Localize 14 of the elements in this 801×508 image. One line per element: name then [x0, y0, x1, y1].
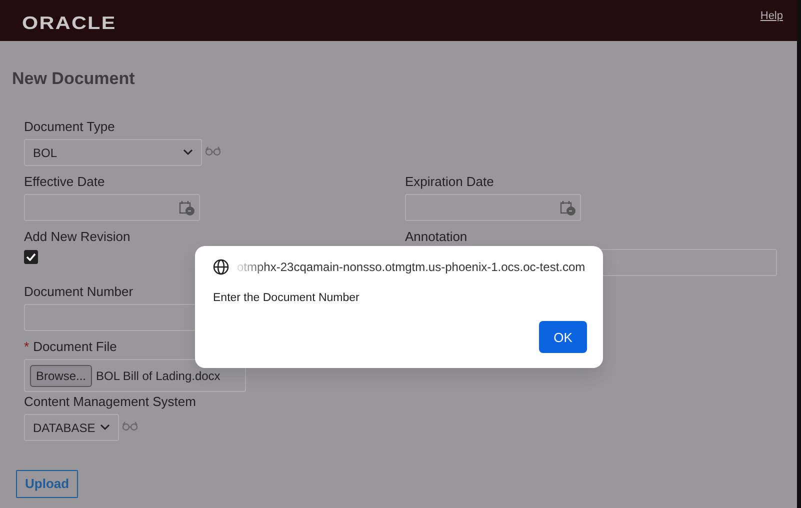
field-label: Annotation	[405, 229, 468, 244]
file-name: BOL Bill of Lading.docx	[96, 368, 220, 384]
oracle-logo: ORACLE	[22, 14, 116, 32]
field-label: Effective Date	[24, 174, 105, 189]
field-label: Document Number	[24, 284, 134, 299]
field-label: Add New Revision	[24, 229, 130, 244]
required-mark: *	[24, 339, 30, 354]
field-label: Document File	[33, 339, 117, 354]
field-label: Content Management System	[24, 394, 196, 409]
field-label: Expiration Date	[405, 174, 494, 189]
page-title: New Document	[12, 68, 135, 90]
field-label: Document Type	[24, 119, 115, 134]
site-origin: otmphx-23cqamain-nonsso.otmgtm.us-phoenix-1.ocs.oc-test.com	[237, 259, 586, 276]
dialog-message: Enter the Document Number	[213, 291, 360, 306]
